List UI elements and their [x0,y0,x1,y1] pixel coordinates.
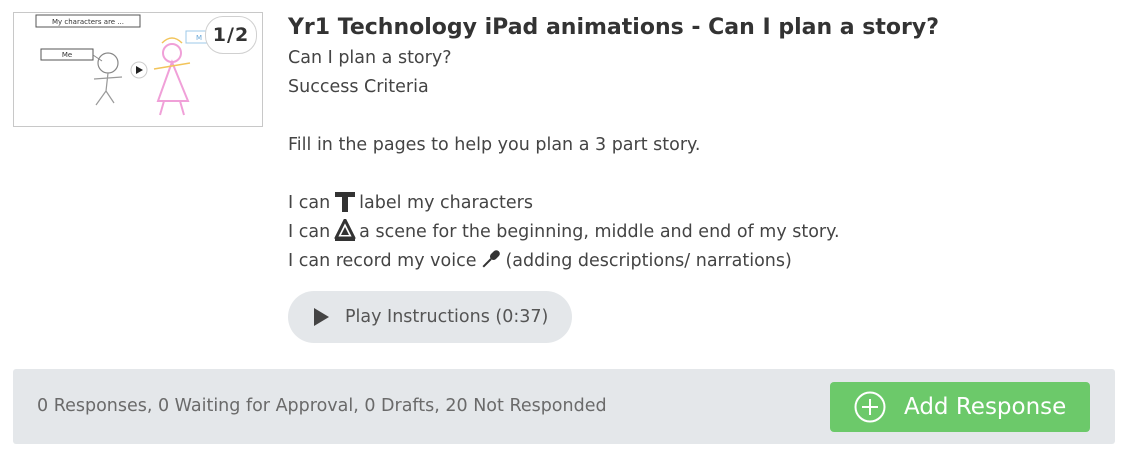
post-line-success-criteria: Success Criteria [288,77,429,97]
play-instructions-button[interactable]: Play Instructions (0:37) [288,291,572,343]
criterion-prefix: I can record my voice [288,251,477,271]
response-status-text: 0 Responses, 0 Waiting for Approval, 0 D… [37,396,607,416]
play-icon [312,307,330,327]
thumb-caption-right: M [196,34,202,42]
microphone-icon [480,248,502,280]
plus-circle-icon [854,391,886,423]
post-line-instructions: Fill in the pages to help you plan a 3 p… [288,135,701,155]
post-line-question: Can I plan a story? [288,48,452,68]
play-instructions-label: Play Instructions (0:37) [345,307,549,327]
add-response-label: Add Response [904,394,1067,420]
criterion-suffix: (adding descriptions/ narrations) [505,251,792,271]
criterion-suffix: a scene for the beginning, middle and en… [359,222,840,242]
criterion-row: I can label my characters [288,189,1108,218]
add-response-button[interactable]: Add Response [830,382,1090,432]
post-content: Yr1 Technology iPad animations - Can I p… [288,12,1108,276]
thumb-caption-top: My characters are ... [52,18,124,26]
criterion-suffix: label my characters [359,193,533,213]
page-count-badge[interactable]: 1/2 [205,16,257,54]
thumb-caption-me: Me [62,51,72,59]
post-title: Yr1 Technology iPad animations - Can I p… [288,15,939,40]
criterion-row: I can record my voice (adding description… [288,247,1108,276]
criterion-prefix: I can [288,193,331,213]
criterion-prefix: I can [288,222,331,242]
response-status-bar: 0 Responses, 0 Waiting for Approval, 0 D… [13,369,1115,444]
criterion-row: I can a scene for the beginning, middle a… [288,218,1108,247]
